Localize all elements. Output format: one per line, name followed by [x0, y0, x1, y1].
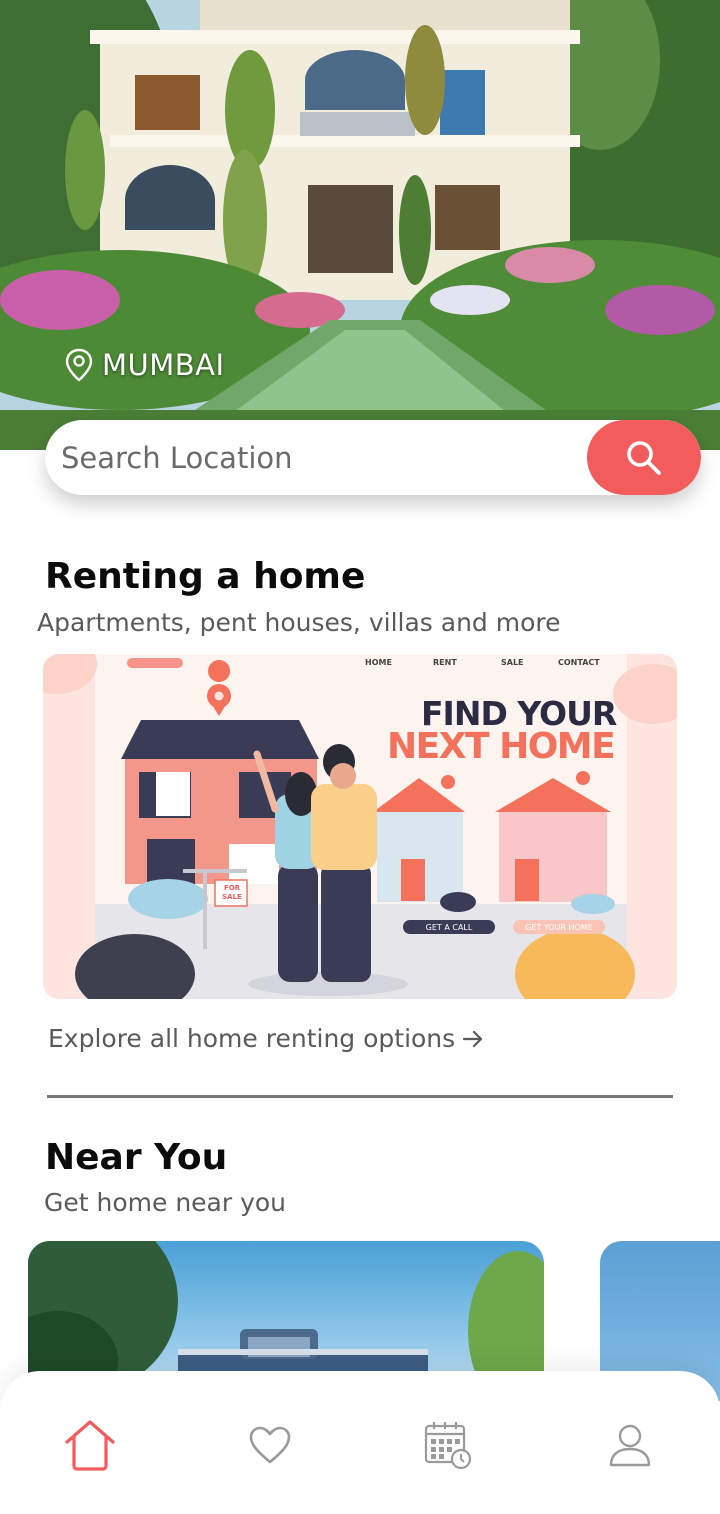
hero-image: MUMBAI: [0, 0, 720, 450]
banner-nav-sale: SALE: [501, 658, 524, 667]
near-subtitle: Get home near you: [44, 1188, 287, 1217]
renting-banner[interactable]: HOME RENT SALE CONTACT FIND YOUR NEXT HO…: [43, 654, 677, 999]
explore-renting-text: Explore all home renting options: [48, 1024, 456, 1053]
explore-renting-link[interactable]: Explore all home renting options: [48, 1024, 485, 1053]
banner-headline-2: NEXT HOME: [387, 726, 616, 767]
search-bar: [45, 420, 701, 495]
renting-subtitle: Apartments, pent houses, villas and more: [37, 608, 561, 637]
location-label[interactable]: MUMBAI: [64, 348, 225, 382]
arrow-right-icon: [463, 1030, 483, 1047]
location-text: MUMBAI: [102, 348, 225, 382]
search-input[interactable]: [45, 420, 587, 495]
heart-icon: [249, 1426, 291, 1464]
nav-favorites[interactable]: [240, 1415, 300, 1475]
home-icon: [65, 1420, 115, 1471]
renting-title: Renting a home: [45, 556, 366, 597]
search-button[interactable]: [587, 420, 701, 495]
banner-nav-home: HOME: [365, 658, 392, 667]
nav-profile[interactable]: [600, 1415, 660, 1475]
banner-sale-sign: FOR SALE: [222, 884, 242, 901]
nav-bookings[interactable]: [418, 1415, 478, 1475]
section-divider: [47, 1095, 673, 1098]
villa-illustration: [0, 0, 720, 450]
bottom-navigation: [0, 1371, 720, 1514]
profile-icon: [609, 1424, 651, 1467]
banner-get-call: GET A CALL: [403, 920, 495, 934]
banner-nav-contact: CONTACT: [558, 658, 600, 667]
banner-nav-rent: RENT: [433, 658, 457, 667]
calendar-icon: [424, 1422, 472, 1470]
nav-home[interactable]: [60, 1415, 120, 1475]
map-pin-icon: [65, 348, 93, 382]
near-title: Near You: [45, 1137, 228, 1178]
search-icon: [627, 440, 661, 475]
banner-get-home: GET YOUR HOME: [513, 920, 605, 934]
